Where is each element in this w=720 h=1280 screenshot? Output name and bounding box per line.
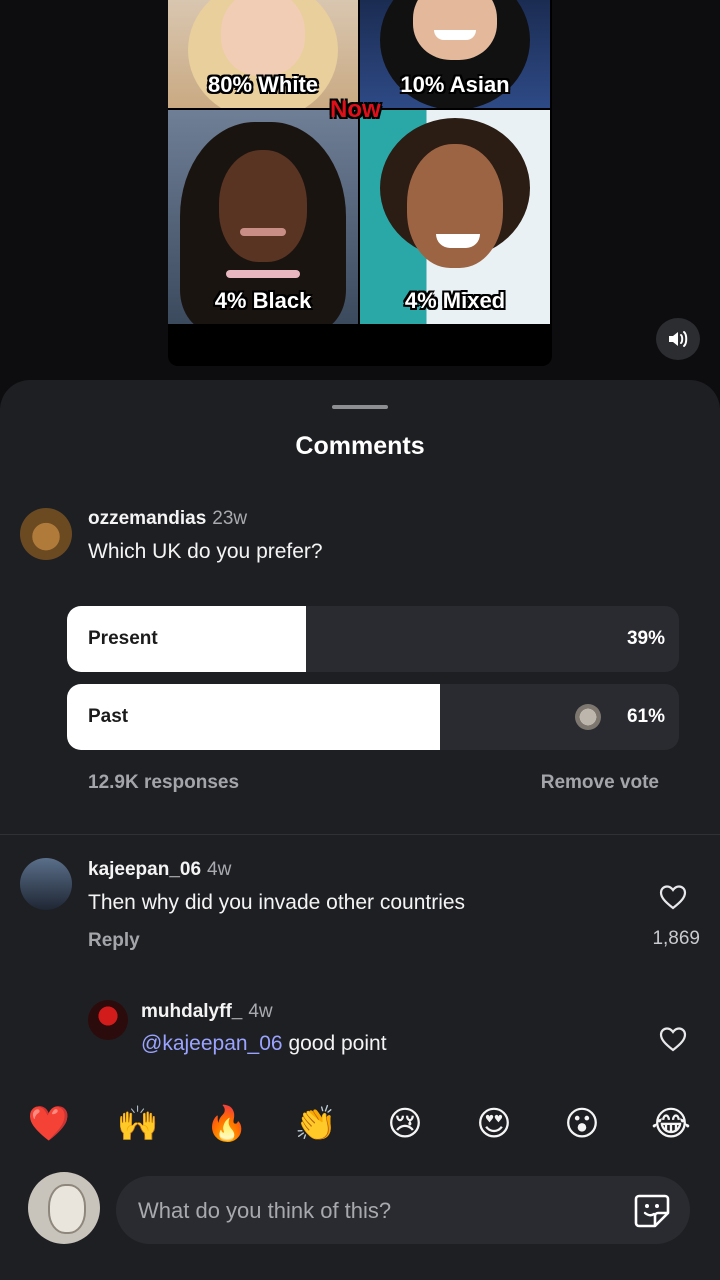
emoji-raised-hands-button[interactable]: 🙌 [115,1104,161,1144]
reply-username[interactable]: muhdalyff_ 4w [141,1001,273,1023]
poll-response-count: 12.9K responses [88,772,240,793]
emoji-heart-button[interactable]: ❤️ [26,1104,72,1144]
image-tile-white: 80% White [168,0,358,108]
poll-option-label: Past [88,706,129,727]
like-heart-icon[interactable] [659,1026,687,1052]
divider [0,834,720,835]
voter-avatar [575,704,601,730]
poll-option-percent: 39% [626,628,665,649]
emoji-heart-eyes-button[interactable]: 😍 [471,1104,517,1144]
comment-composer [116,1176,690,1246]
image-tile-asian: 10% Asian [360,0,550,108]
comment-username[interactable]: kajeepan_06 4w [88,859,231,881]
like-heart-icon[interactable] [659,884,687,910]
username-text: muhdalyff_ [141,1001,243,1022]
image-tile-black: 4% Black [168,110,358,324]
current-user-avatar[interactable] [28,1172,100,1244]
username-text: kajeepan_06 [88,859,202,880]
reply-button[interactable]: Reply [88,930,140,952]
emoji-cry-button[interactable]: 😢 [382,1104,428,1144]
drag-handle[interactable] [332,405,388,409]
speaker-icon [669,331,688,347]
emoji-fire-button[interactable]: 🔥 [204,1104,250,1144]
emoji-surprised-button[interactable]: 😮 [559,1104,605,1144]
timestamp: 4w [248,1001,273,1022]
sound-toggle-button[interactable] [656,318,700,360]
poll-option-present[interactable]: Present 39% [67,606,679,672]
sticker-icon[interactable] [632,1190,672,1230]
avatar-ozzemandias[interactable] [20,508,72,560]
reply-text: @kajeepan_06 good point [141,1032,387,1056]
sheet-title: Comments [295,432,425,460]
timestamp: 4w [207,859,232,880]
mention-link[interactable]: @kajeepan_06 [141,1032,283,1055]
caption-white: 80% White [207,72,319,97]
avatar-muhdalyff[interactable] [88,1000,128,1040]
like-count: 1,869 [652,928,700,949]
comment-username[interactable]: ozzemandias 23w [88,508,247,530]
overlay-now-label: Now [330,96,381,123]
comment-text: Then why did you invade other countries [88,891,466,914]
username-text: ozzemandias [88,508,207,529]
caption-asian: 10% Asian [400,72,510,97]
poll-option-past[interactable]: Past 61% [67,684,679,750]
timestamp: 23w [212,508,248,529]
avatar-kajeepan[interactable] [20,858,72,910]
caption-black: 4% Black [214,288,312,313]
remove-vote-button[interactable]: Remove vote [541,772,659,794]
caption-mixed: 4% Mixed [404,288,506,313]
reply-body: good point [282,1032,387,1055]
poll-option-percent: 61% [626,706,665,727]
image-tile-mixed: 4% Mixed [360,110,550,324]
emoji-clap-button[interactable]: 👏 [293,1104,339,1144]
video-player[interactable]: 80% White 10% Asian 4% Black 4% Mixed No… [168,0,552,366]
emoji-laughing-button[interactable]: 😂 [648,1104,694,1144]
comment-input[interactable] [136,1176,610,1246]
emoji-reaction-bar: ❤️ 🙌 🔥 👏 😢 😍 😮 😂 [0,1086,720,1166]
comment-text: Which UK do you prefer? [88,540,323,563]
comments-sheet: Comments ozzemandias 23w Which UK do you … [0,380,720,1280]
poll-option-label: Present [88,628,158,649]
